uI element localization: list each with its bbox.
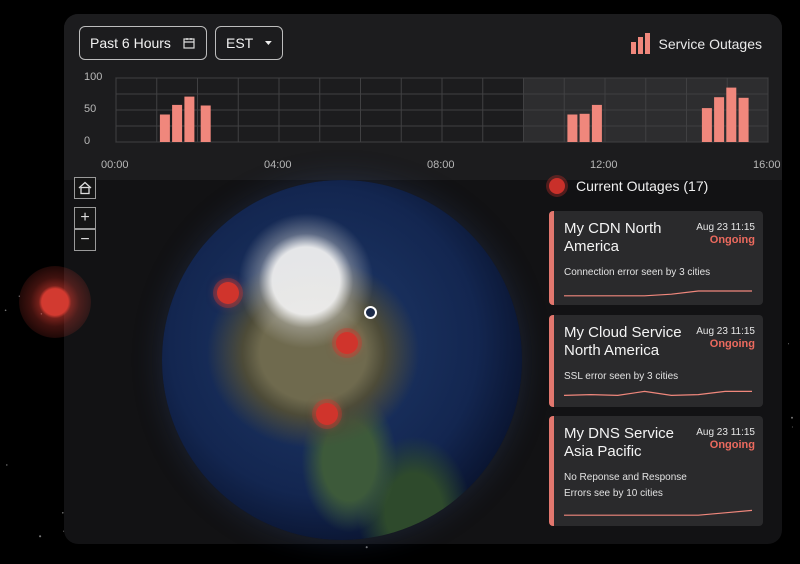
card-trend-sparkline [564,509,753,516]
chart-bar[interactable] [726,87,737,142]
outage-marker-southeast[interactable] [336,332,358,354]
chart-svg [115,77,769,143]
chart-bar[interactable] [200,105,211,143]
card-status: Ongoing [709,338,755,350]
card-description: Connection error seen by 3 cities [564,267,711,278]
card-status: Ongoing [709,234,755,246]
current-outages-title: Current Outages (17) [576,178,709,194]
card-meta: Aug 23 11:15 Ongoing [696,326,755,350]
card-meta: Aug 23 11:15 Ongoing [696,222,755,246]
trend-line [564,509,753,516]
card-description: SSL error seen by 3 cities [564,371,679,382]
card-date: Aug 23 11:15 [696,326,755,337]
y-tick-label: 0 [84,135,91,147]
card-date: Aug 23 11:15 [696,427,755,438]
outage-cluster-marker[interactable] [19,266,91,338]
chart-bar[interactable] [579,113,590,142]
bar-chart-icon [630,33,652,54]
outage-marker-west-coast[interactable] [217,282,239,304]
chart-bar[interactable] [567,114,578,143]
outage-card[interactable]: My DNS Service Asia Pacific Aug 23 11:15… [549,416,763,526]
zoom-out-icon: − [80,231,90,248]
chart-bar[interactable] [591,104,602,142]
time-range-selector[interactable]: Past 6 Hours [79,26,207,60]
trend-line [564,290,752,297]
card-status: Ongoing [709,439,755,451]
home-icon [78,181,92,195]
card-title: My Cloud Service North America [564,324,682,359]
chevron-down-icon [265,40,272,46]
zoom-out-button[interactable]: − [74,229,96,251]
chart-legend: Service Outages [630,33,763,54]
outage-dot-icon [549,178,565,194]
toolbar: Past 6 Hours EST Service Outages [64,14,782,76]
home-button[interactable] [74,177,96,199]
card-date: Aug 23 11:15 [696,222,755,233]
globe [162,180,522,540]
zoom-in-button[interactable]: + [74,207,96,229]
card-trend-sparkline [564,290,752,297]
y-tick-label: 100 [84,71,103,83]
card-trend-sparkline [564,390,752,397]
outage-card[interactable]: My Cloud Service North America Aug 23 11… [549,315,763,407]
card-title: My CDN North America [564,220,662,255]
card-title: My DNS Service Asia Pacific [564,425,675,460]
chart-bar[interactable] [738,97,749,142]
trend-line [564,390,752,397]
x-tick-label: 12:00 [590,159,618,171]
globe-view[interactable] [100,170,522,540]
chart-bar[interactable] [701,108,712,142]
map-controls: + − [74,177,96,259]
timezone-selector[interactable]: EST [215,26,283,60]
chart-bar[interactable] [714,97,725,142]
current-outages-header: Current Outages (17) [549,178,708,194]
calendar-icon [183,38,195,49]
y-tick-label: 50 [84,103,97,115]
card-description: No Reponse and Response Errors see by 10… [564,472,687,499]
zoom-in-icon: + [80,209,90,226]
time-range-label: Past 6 Hours [90,35,171,51]
chart-bar[interactable] [159,114,170,143]
card-meta: Aug 23 11:15 Ongoing [696,427,755,451]
x-tick-label: 16:00 [753,159,781,171]
selected-location-marker[interactable] [364,306,377,319]
timezone-label: EST [226,35,254,51]
chart-bar[interactable] [172,104,183,142]
outage-card[interactable]: My CDN North America Aug 23 11:15 Ongoin… [549,211,763,305]
legend-label: Service Outages [658,36,763,52]
outage-timeline-chart[interactable]: 100 50 0 00:00 04:00 08:00 12:00 16:00 [64,71,782,180]
outage-marker-central-america[interactable] [316,403,338,425]
chart-bar[interactable] [184,96,195,142]
